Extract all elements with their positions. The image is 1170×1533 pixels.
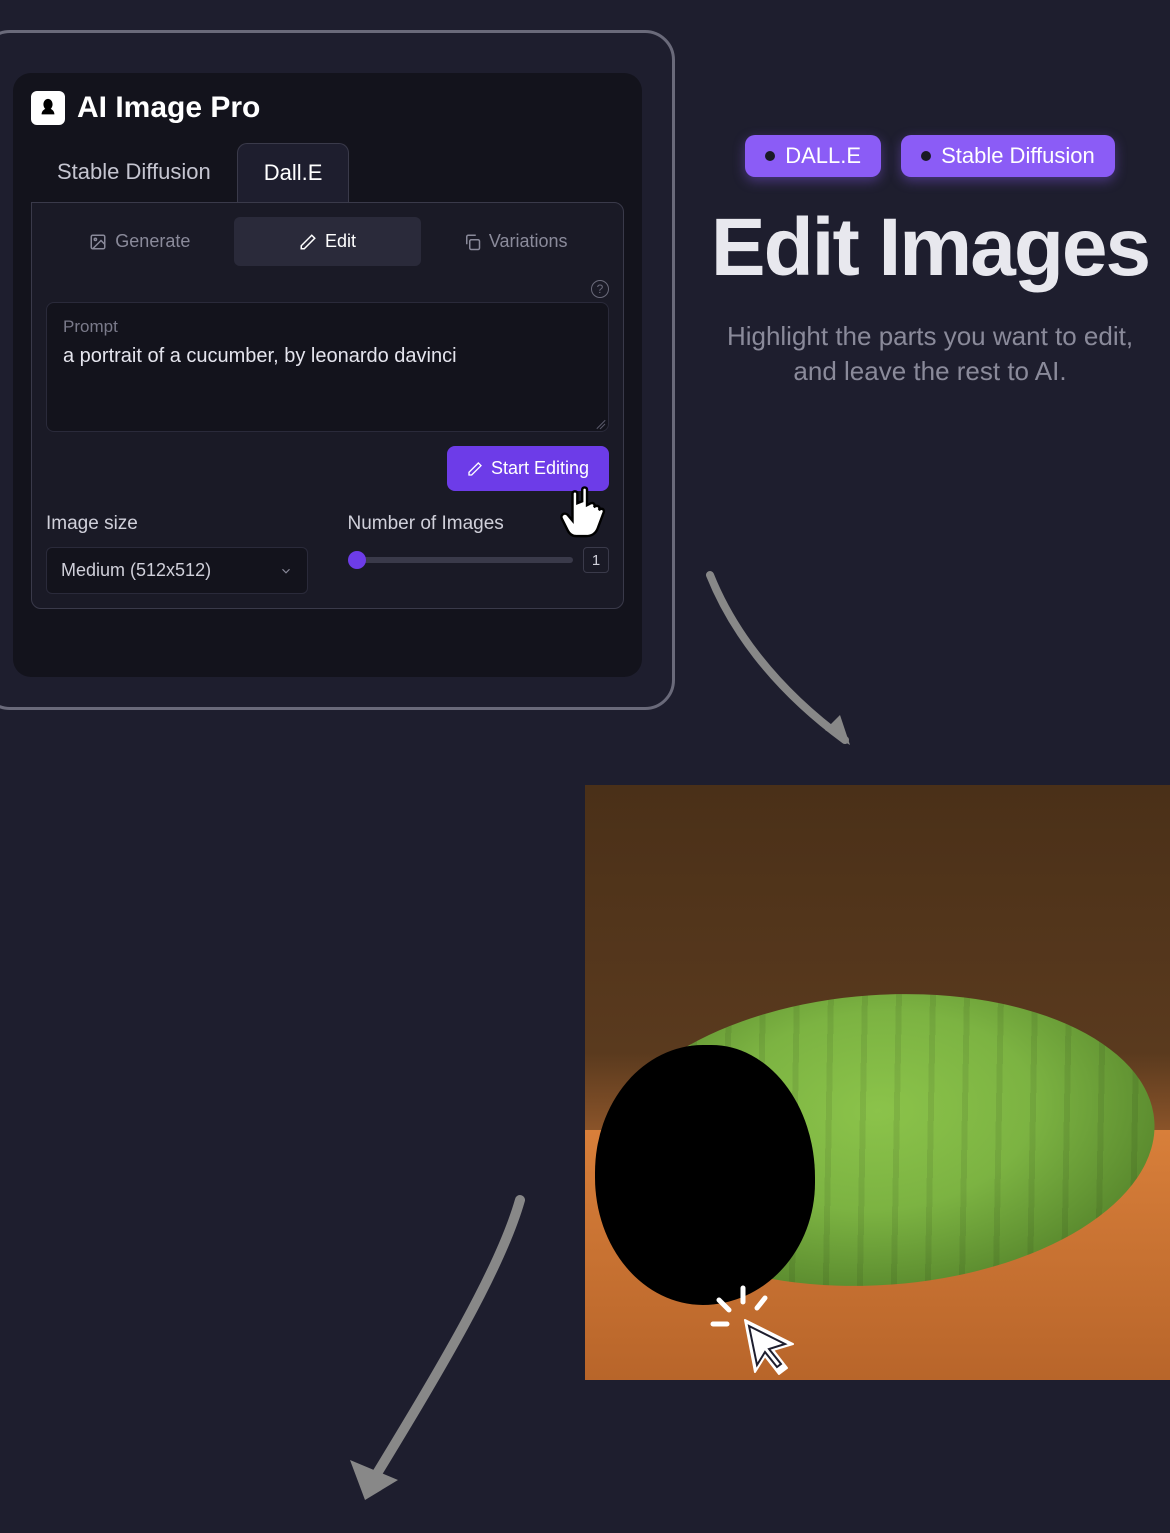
click-cursor-icon xyxy=(705,1280,805,1380)
num-images-slider-row: 1 xyxy=(348,547,610,573)
badge-stable-diffusion: Stable Diffusion xyxy=(901,135,1115,177)
hero-title: Edit Images xyxy=(700,205,1160,291)
tab-dall-e[interactable]: Dall.E xyxy=(237,143,350,202)
arrow-down-icon xyxy=(700,565,880,765)
copy-icon xyxy=(463,233,481,251)
num-images-slider[interactable] xyxy=(348,557,574,563)
action-tab-variations[interactable]: Variations xyxy=(421,217,609,266)
app-window: AI Image Pro Stable Diffusion Dall.E Gen… xyxy=(0,30,675,710)
model-tabs: Stable Diffusion Dall.E xyxy=(31,143,624,202)
app-logo-icon xyxy=(31,91,65,125)
hero-section: DALL.E Stable Diffusion Edit Images High… xyxy=(700,135,1160,389)
badge-label: DALL.E xyxy=(785,143,861,169)
badge-label: Stable Diffusion xyxy=(941,143,1095,169)
hero-subtitle: Highlight the parts you want to edit, an… xyxy=(700,319,1160,389)
num-images-value: 1 xyxy=(583,547,609,573)
num-images-control: Number of Images 1 xyxy=(348,513,610,573)
help-row: ? xyxy=(46,280,609,298)
edit-mask[interactable] xyxy=(595,1045,815,1305)
action-tab-label: Edit xyxy=(325,231,356,252)
content-box: Generate Edit Variations ? Prompt a port… xyxy=(31,202,624,609)
badge-dot-icon xyxy=(921,151,931,161)
start-editing-button[interactable]: Start Editing xyxy=(447,446,609,491)
image-size-label: Image size xyxy=(46,513,308,535)
pencil-icon xyxy=(467,461,483,477)
controls-row: Image size Medium (512x512) Number of Im… xyxy=(46,513,609,594)
slider-thumb[interactable] xyxy=(348,551,366,569)
image-size-value: Medium (512x512) xyxy=(61,560,211,581)
app-title: AI Image Pro xyxy=(77,91,260,125)
app-header: AI Image Pro xyxy=(31,91,624,125)
chevron-down-icon xyxy=(279,564,293,578)
button-row: Start Editing xyxy=(46,446,609,491)
action-tabs: Generate Edit Variations xyxy=(46,217,609,266)
resize-handle-icon[interactable] xyxy=(593,416,605,428)
badge-dot-icon xyxy=(765,151,775,161)
image-size-control: Image size Medium (512x512) xyxy=(46,513,308,594)
prompt-text: a portrait of a cucumber, by leonardo da… xyxy=(63,343,592,403)
action-tab-label: Generate xyxy=(115,231,190,252)
app-inner: AI Image Pro Stable Diffusion Dall.E Gen… xyxy=(13,73,642,677)
result-image xyxy=(585,785,1170,1380)
image-size-select[interactable]: Medium (512x512) xyxy=(46,547,308,594)
action-tab-label: Variations xyxy=(489,231,568,252)
pencil-icon xyxy=(299,233,317,251)
image-icon xyxy=(89,233,107,251)
help-icon[interactable]: ? xyxy=(591,280,609,298)
arrow-down-left-icon xyxy=(320,1190,540,1530)
start-editing-label: Start Editing xyxy=(491,458,589,479)
prompt-label: Prompt xyxy=(63,317,592,337)
action-tab-generate[interactable]: Generate xyxy=(46,217,234,266)
prompt-input[interactable]: Prompt a portrait of a cucumber, by leon… xyxy=(46,302,609,432)
badges: DALL.E Stable Diffusion xyxy=(700,135,1160,177)
num-images-label: Number of Images xyxy=(348,513,610,535)
action-tab-edit[interactable]: Edit xyxy=(234,217,422,266)
tab-stable-diffusion[interactable]: Stable Diffusion xyxy=(31,143,237,202)
badge-dalle: DALL.E xyxy=(745,135,881,177)
